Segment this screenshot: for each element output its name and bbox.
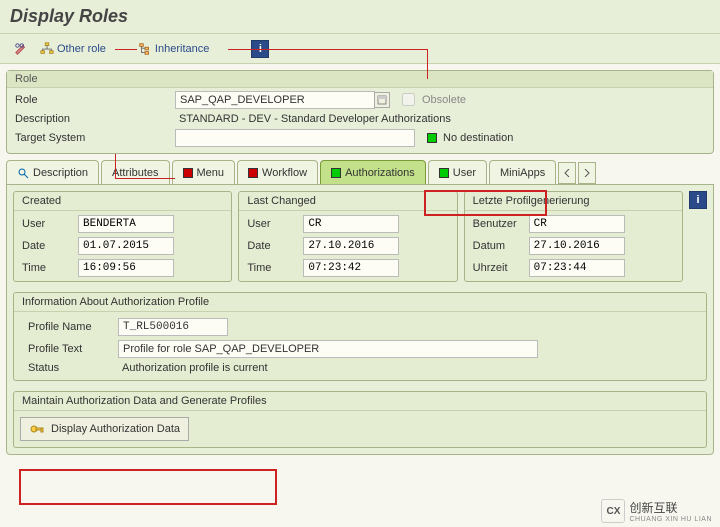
status-green-icon: [439, 168, 449, 178]
target-input[interactable]: [175, 129, 415, 147]
page-title: Display Roles: [0, 0, 720, 34]
profgen-time: [529, 259, 625, 277]
profile-status-label: Status: [28, 362, 118, 374]
highlight-box: [19, 469, 277, 505]
watermark-logo-icon: CX: [601, 499, 625, 523]
f4-help-icon[interactable]: [374, 92, 390, 108]
status-green-icon: [331, 168, 341, 178]
tab-authorizations-label: Authorizations: [345, 167, 415, 179]
tabstrip: Description Attributes Menu Workflow Aut…: [0, 160, 720, 184]
target-status: No destination: [443, 132, 513, 144]
tab-description-label: Description: [33, 167, 88, 179]
tab-menu-label: Menu: [197, 167, 225, 179]
chevron-left-icon: [563, 169, 571, 177]
changed-date: [303, 237, 399, 255]
tab-content: Created User Date Time Last Changed User…: [6, 184, 714, 455]
info-icon[interactable]: i: [251, 40, 269, 58]
created-user: [78, 215, 174, 233]
tab-menu[interactable]: Menu: [172, 160, 236, 184]
key-icon: [29, 421, 45, 437]
tab-scroll-left[interactable]: [558, 162, 576, 184]
tab-miniapps-label: MiniApps: [500, 167, 545, 179]
group-profile-info: Information About Authorization Profile …: [13, 292, 707, 381]
other-role-button[interactable]: Other role: [36, 40, 110, 58]
group-created: Created User Date Time: [13, 191, 232, 282]
obsolete-checkbox: [402, 93, 415, 106]
profile-text-label: Profile Text: [28, 343, 118, 355]
magnifier-icon: [17, 167, 29, 179]
display-auth-label: Display Authorization Data: [51, 423, 180, 435]
status-red-icon: [248, 168, 258, 178]
toolbar: Other role Inheritance i: [0, 34, 720, 64]
description-value: STANDARD - DEV - Standard Developer Auth…: [175, 113, 451, 125]
tab-description[interactable]: Description: [6, 160, 99, 184]
created-time-label: Time: [18, 262, 78, 274]
profile-text: [118, 340, 538, 358]
display-authorization-data-button[interactable]: Display Authorization Data: [20, 417, 189, 441]
created-date: [78, 237, 174, 255]
status-red-icon: [183, 168, 193, 178]
changed-user-label: User: [243, 218, 303, 230]
status-indicator-icon: [427, 133, 437, 143]
obsolete-label: Obsolete: [422, 94, 466, 106]
created-user-label: User: [18, 218, 78, 230]
tree-icon: [138, 42, 152, 56]
pencil-glasses-icon: [14, 42, 28, 56]
tab-user[interactable]: User: [428, 160, 487, 184]
profgen-time-label: Uhrzeit: [469, 262, 529, 274]
info-icon[interactable]: i: [689, 191, 707, 209]
role-label: Role: [15, 94, 175, 106]
profgen-date-label: Datum: [469, 240, 529, 252]
role-panel-title: Role: [7, 71, 713, 88]
group-changed-title: Last Changed: [239, 192, 456, 211]
tab-attributes-label: Attributes: [112, 167, 158, 179]
tab-authorizations[interactable]: Authorizations: [320, 160, 426, 184]
created-date-label: Date: [18, 240, 78, 252]
profgen-user-label: Benutzer: [469, 218, 529, 230]
profile-name: [118, 318, 228, 336]
created-time: [78, 259, 174, 277]
inheritance-label: Inheritance: [155, 43, 209, 55]
toggle-edit-button[interactable]: [10, 40, 32, 58]
role-panel: Role Role Obsolete Description STANDARD …: [6, 70, 714, 154]
tab-user-label: User: [453, 167, 476, 179]
hierarchy-icon: [40, 42, 54, 56]
changed-user: [303, 215, 399, 233]
other-role-label: Other role: [57, 43, 106, 55]
chevron-right-icon: [583, 169, 591, 177]
tab-scroll-right[interactable]: [578, 162, 596, 184]
tab-workflow[interactable]: Workflow: [237, 160, 318, 184]
description-label: Description: [15, 113, 175, 125]
changed-date-label: Date: [243, 240, 303, 252]
watermark-brand: 创新互联: [629, 499, 712, 516]
group-maintain: Maintain Authorization Data and Generate…: [13, 391, 707, 448]
watermark-sub: CHUANG XIN HU LIAN: [629, 516, 712, 523]
tab-workflow-label: Workflow: [262, 167, 307, 179]
role-input[interactable]: [175, 91, 375, 109]
target-label: Target System: [15, 132, 175, 144]
tab-attributes[interactable]: Attributes: [101, 160, 169, 184]
group-profgen-title: Letzte Profilgenerierung: [465, 192, 682, 211]
inheritance-button[interactable]: Inheritance: [134, 40, 213, 58]
group-profile-gen: Letzte Profilgenerierung Benutzer Datum …: [464, 191, 683, 282]
watermark: CX 创新互联 CHUANG XIN HU LIAN: [601, 499, 712, 523]
profgen-date: [529, 237, 625, 255]
profile-info-title: Information About Authorization Profile: [14, 293, 706, 312]
maintain-title: Maintain Authorization Data and Generate…: [14, 392, 706, 411]
profgen-user: [529, 215, 625, 233]
changed-time: [303, 259, 399, 277]
group-last-changed: Last Changed User Date Time: [238, 191, 457, 282]
profile-status: Authorization profile is current: [118, 362, 268, 374]
group-created-title: Created: [14, 192, 231, 211]
changed-time-label: Time: [243, 262, 303, 274]
profile-name-label: Profile Name: [28, 321, 118, 333]
tab-miniapps[interactable]: MiniApps: [489, 160, 556, 184]
